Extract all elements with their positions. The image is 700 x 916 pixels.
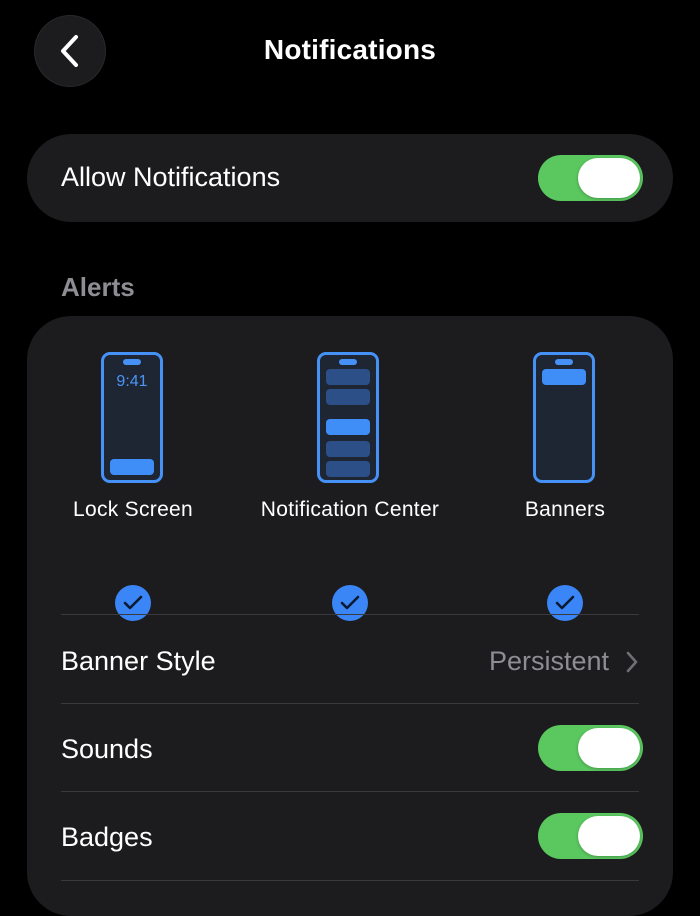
badges-label: Badges [61,822,153,852]
notification-bar [542,369,586,385]
banner-style-value: Persistent [488,646,609,676]
notification-bar [110,459,154,475]
badges-row: Badges [27,792,673,880]
notification-bar [326,389,370,405]
notification-bar [326,419,370,435]
lock-screen-clock: 9:41 [116,373,148,390]
dynamic-island [339,359,357,365]
banner-style-label: Banner Style [61,646,216,676]
allow-notifications-card: Allow Notifications [27,134,673,222]
alerts-section-header: Alerts [61,272,135,302]
page-title: Notifications [263,34,437,65]
sounds-label: Sounds [61,734,153,764]
divider [61,614,639,615]
alerts-card: 9:41 Lock Screen Notification Center Ban… [27,316,673,916]
notification-bar [326,369,370,385]
dynamic-island [123,359,141,365]
toggle-knob [578,816,640,856]
notification-center-phone-icon [317,352,379,483]
allow-notifications-toggle[interactable] [538,155,643,201]
navigation-bar: Notifications [0,0,700,104]
allow-notifications-label: Allow Notifications [61,162,281,192]
sounds-toggle[interactable] [538,725,643,771]
badges-toggle[interactable] [538,813,643,859]
sounds-row: Sounds [27,704,673,792]
lock-screen-label: Lock Screen [72,498,194,521]
dynamic-island [555,359,573,365]
toggle-knob [578,158,640,198]
divider [61,880,639,881]
notification-center-label: Notification Center [260,498,440,521]
banners-label: Banners [524,498,606,521]
toggle-knob [578,728,640,768]
notification-bar [326,461,370,477]
banner-style-row[interactable]: Banner Style Persistent [27,616,673,704]
lock-screen-phone-icon: 9:41 [101,352,163,483]
notification-bar [326,441,370,457]
chevron-right-icon [626,651,638,673]
banners-phone-icon [533,352,595,483]
